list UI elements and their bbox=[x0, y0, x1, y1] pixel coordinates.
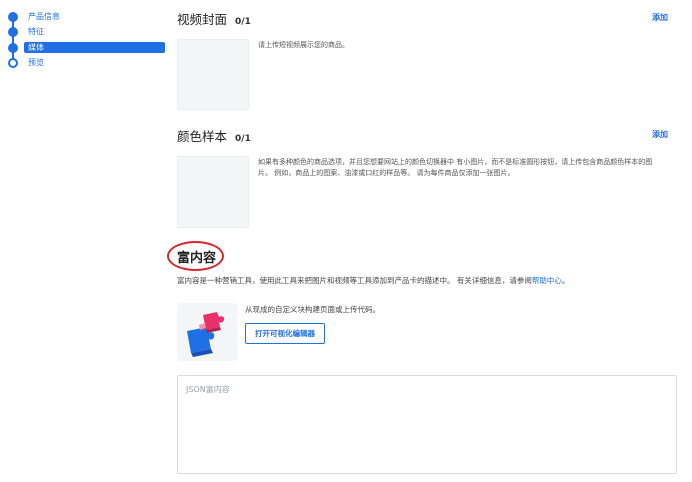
builder-description: 从现成的自定义块构建页面或上传代码。 bbox=[245, 305, 380, 314]
color-swatch-count: 0/1 bbox=[235, 134, 251, 144]
color-swatch-hint-line: 片。 例如，商品上的图案、油漆或口红的样品等。 请为每件商品仅添加一张图片。 bbox=[258, 169, 515, 177]
help-center-link[interactable]: 帮助中心 bbox=[532, 276, 562, 285]
color-swatch-hint-line: 如果有多种颜色的商品选项，并且您想要网站上的颜色切换器中 有小图片，而不是标准圆… bbox=[258, 158, 653, 166]
rich-content-title: 富内容 bbox=[177, 251, 217, 266]
step-pending-dot-icon bbox=[8, 58, 18, 68]
puzzle-pieces-icon bbox=[187, 312, 225, 357]
step-navigation: 产品信息 特征 媒体 预览 bbox=[0, 0, 170, 482]
step-item-product-info[interactable]: 产品信息 bbox=[8, 11, 168, 23]
color-swatch-heading: 颜色样本 0/1 bbox=[177, 126, 251, 145]
video-cover-title: 视频封面 bbox=[177, 12, 228, 27]
step-label: 预览 bbox=[28, 58, 44, 67]
step-item-features[interactable]: 特征 bbox=[8, 26, 168, 38]
step-label: 产品信息 bbox=[28, 12, 60, 21]
color-swatch-upload-box[interactable] bbox=[177, 156, 249, 228]
video-cover-heading: 视频封面 0/1 bbox=[177, 9, 251, 28]
step-done-dot-icon bbox=[8, 27, 18, 37]
video-cover-upload-box[interactable] bbox=[177, 39, 249, 110]
rich-content-description: 富内容是一种营销工具，使用此工具来把图片和视频等工具添加到产品卡的描述中。 有关… bbox=[177, 275, 569, 286]
rich-content-desc-end: 。 bbox=[561, 276, 570, 285]
video-cover-hint: 请上传短视频展示您的商品。 bbox=[258, 41, 349, 49]
color-swatch-title: 颜色样本 bbox=[177, 129, 228, 144]
step-item-preview[interactable]: 预览 bbox=[8, 57, 168, 69]
step-done-dot-icon bbox=[8, 12, 18, 22]
step-label: 特征 bbox=[28, 27, 44, 36]
json-rich-content-input[interactable] bbox=[177, 375, 677, 474]
video-cover-add-link[interactable]: 添加 bbox=[652, 12, 668, 23]
step-item-media[interactable]: 媒体 bbox=[8, 42, 168, 54]
step-current-dot-icon bbox=[8, 43, 18, 53]
color-swatch-add-link[interactable]: 添加 bbox=[652, 129, 668, 140]
step-label: 媒体 bbox=[24, 42, 165, 53]
puzzle-illustration bbox=[177, 303, 237, 361]
open-visual-editor-button[interactable]: 打开可视化编辑器 bbox=[245, 323, 325, 344]
rich-content-desc-text: 富内容是一种营销工具，使用此工具来把图片和视频等工具添加到产品卡的描述中。 有关… bbox=[177, 276, 532, 285]
video-cover-count: 0/1 bbox=[235, 17, 251, 27]
color-swatch-hint: 如果有多种颜色的商品选项，并且您想要网站上的颜色切换器中 有小图片，而不是标准圆… bbox=[258, 157, 678, 179]
